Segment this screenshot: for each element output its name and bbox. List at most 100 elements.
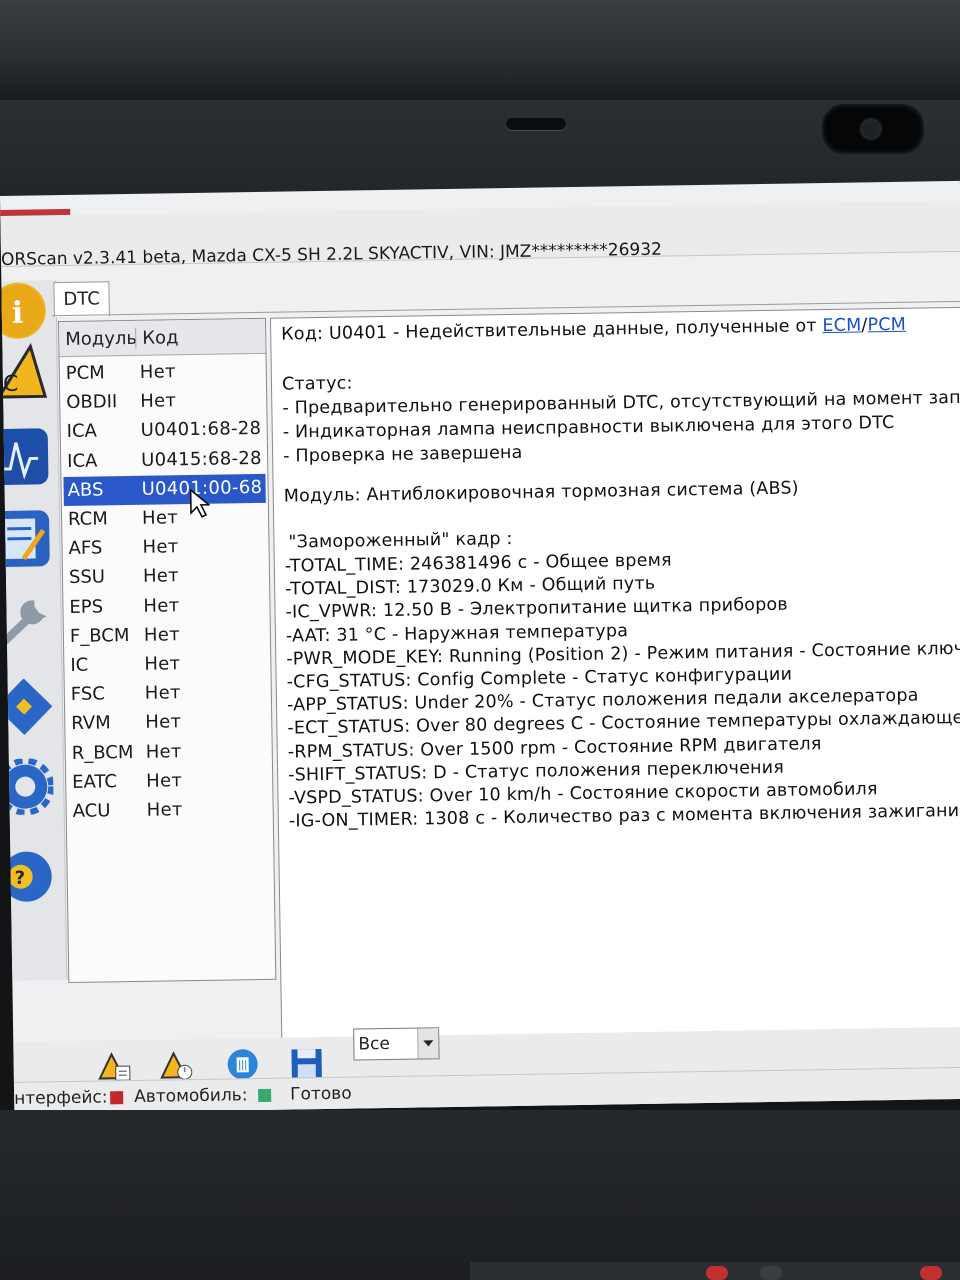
module-name: ACU	[72, 800, 111, 822]
module-name: F_BCM	[69, 624, 130, 647]
tab-dtc[interactable]: DTC	[53, 281, 110, 318]
window-title: ORScan v2.3.41 beta, Mazda CX-5 SH 2.2L …	[0, 239, 663, 270]
table-row[interactable]: PCM Нет	[62, 357, 264, 389]
table-row[interactable]: ABS U0401:00-68	[63, 473, 266, 506]
wrench-icon[interactable]	[0, 590, 51, 647]
svg-text:i: i	[12, 296, 24, 331]
freeze-frame-item: -IC_VPWR: 12.50 В - Электропитание щитка…	[285, 595, 789, 623]
table-row[interactable]: R_BCM Нет	[68, 736, 270, 768]
application-window: ORScan v2.3.41 beta, Mazda CX-5 SH 2.2L …	[0, 180, 960, 1114]
module-name: EPS	[69, 596, 104, 618]
save-icon[interactable]	[289, 1047, 323, 1080]
module-name: AFS	[68, 537, 103, 560]
table-row[interactable]: EATC Нет	[68, 766, 270, 798]
table-row[interactable]: ICA U0415:68-28	[63, 444, 265, 476]
module-line: Модуль: Антиблокировочная тормозная сист…	[283, 478, 799, 507]
module-name: PCM	[65, 362, 105, 384]
status-item: - Индикаторная лампа неисправности выклю…	[282, 412, 895, 443]
module-name: OBDII	[66, 391, 118, 414]
title-bar: ORScan v2.3.41 beta, Mazda CX-5 SH 2.2L …	[0, 200, 960, 270]
warning-clock-icon[interactable]	[159, 1049, 193, 1082]
vehicle-label: Автомобиль:	[134, 1085, 248, 1108]
warning-list-icon[interactable]	[97, 1050, 131, 1083]
module-name: ICA	[67, 450, 98, 472]
freeze-frame-item: -TOTAL_DIST: 173029.0 Км - Общий путь	[285, 573, 656, 600]
status-text: Готово	[289, 1083, 352, 1105]
column-header-code[interactable]: Код	[135, 327, 179, 349]
webcam-lens-icon	[862, 120, 880, 138]
ecm-link[interactable]: ECM	[822, 315, 861, 336]
dtc-code: Нет	[142, 536, 179, 558]
dtc-code: Нет	[141, 507, 179, 529]
table-row[interactable]: SSU Нет	[65, 561, 267, 593]
filter-select[interactable]: Все	[353, 1027, 440, 1061]
table-row[interactable]: RCM Нет	[64, 503, 266, 535]
dtc-code: Нет	[142, 565, 180, 588]
module-name: EATC	[72, 771, 118, 793]
module-table-header: Модуль Код	[58, 318, 266, 358]
dtc-code: Нет	[143, 624, 181, 646]
table-row[interactable]: EPS Нет	[65, 590, 267, 622]
settings-icon[interactable]	[0, 757, 55, 816]
laptop-bezel-top	[0, 0, 960, 100]
taskbar-app-icon[interactable]	[920, 1266, 942, 1280]
module-name: FSC	[70, 683, 106, 706]
module-name: IC	[70, 654, 89, 676]
laptop-bezel-bottom	[0, 1110, 960, 1280]
table-row[interactable]: F_BCM Нет	[66, 620, 268, 652]
status-label: Статус:	[281, 373, 353, 395]
module-name: RVM	[71, 712, 111, 735]
dtc-code: Нет	[144, 653, 181, 675]
chevron-down-icon[interactable]	[417, 1028, 439, 1059]
mouse-cursor-icon	[189, 488, 211, 519]
svg-text:C: C	[3, 372, 19, 397]
interface-label: нтерфейс:	[14, 1087, 108, 1109]
module-name: R_BCM	[71, 741, 134, 764]
pcm-link[interactable]: PCM	[867, 315, 906, 336]
table-row[interactable]: ICA U0401:68-28	[63, 415, 265, 447]
table-row[interactable]: FSC Нет	[67, 678, 269, 710]
table-row[interactable]: OBDII Нет	[62, 386, 264, 418]
dtc-code: Нет	[145, 740, 182, 763]
module-name: ABS	[67, 479, 104, 501]
dtc-code: Нет	[146, 799, 183, 821]
table-row[interactable]: AFS Нет	[64, 532, 266, 564]
dtc-code: Нет	[143, 594, 180, 617]
dtc-code-line: Код: U0401 - Недействительные данные, по…	[281, 315, 906, 345]
freeze-frame-label: "Замороженный" кадр :	[288, 528, 513, 553]
dtc-code: Нет	[144, 682, 181, 704]
taskbar-app-icon[interactable]	[760, 1266, 782, 1280]
module-name: RCM	[67, 508, 108, 530]
interface-indicator	[110, 1091, 124, 1105]
dtc-code-text: Код: U0401 - Недействительные данные, по…	[281, 316, 823, 345]
clear-dtc-icon[interactable]	[225, 1048, 259, 1081]
help-icon[interactable]: ?	[0, 848, 55, 905]
dtc-code: Нет	[139, 361, 176, 383]
module-name: ICA	[66, 420, 98, 443]
taskbar-app-icon[interactable]	[706, 1266, 728, 1280]
svg-text:?: ?	[15, 868, 26, 889]
report-icon[interactable]	[0, 510, 50, 568]
freeze-frame-item: -AAT: 31 °C - Наружная температура	[285, 620, 629, 647]
table-row[interactable]: IC Нет	[66, 649, 268, 681]
freeze-frame-item: -TOTAL_TIME: 246381496 с - Общее время	[284, 550, 672, 577]
left-toolbar: i C ?	[0, 280, 68, 981]
status-item: - Проверка не завершена	[282, 442, 523, 467]
module-name: SSU	[68, 566, 106, 589]
filter-select-value: Все	[358, 1033, 390, 1055]
dtc-code: U0415:68-28	[140, 447, 262, 471]
oscilloscope-icon[interactable]	[0, 428, 49, 486]
column-header-module[interactable]: Модуль	[65, 328, 137, 350]
info-icon[interactable]: i	[0, 282, 47, 340]
dtc-code: Нет	[140, 390, 177, 413]
dtc-code: Нет	[146, 770, 183, 792]
module-list: Модуль Код PCM Нет OBDII Нет ICA U0401:68-28 I…	[57, 317, 277, 984]
dtc-code: Нет	[145, 711, 182, 734]
chip-icon[interactable]	[0, 678, 53, 735]
dtc-detail-panel: Код: U0401 - Недействительные данные, по…	[269, 306, 960, 1040]
warning-icon[interactable]: C	[0, 342, 48, 399]
table-row[interactable]: RVM Нет	[67, 707, 269, 739]
bezel-slot	[506, 118, 566, 130]
table-row[interactable]: ACU Нет	[68, 795, 270, 827]
dtc-code: U0401:68-28	[140, 418, 262, 442]
